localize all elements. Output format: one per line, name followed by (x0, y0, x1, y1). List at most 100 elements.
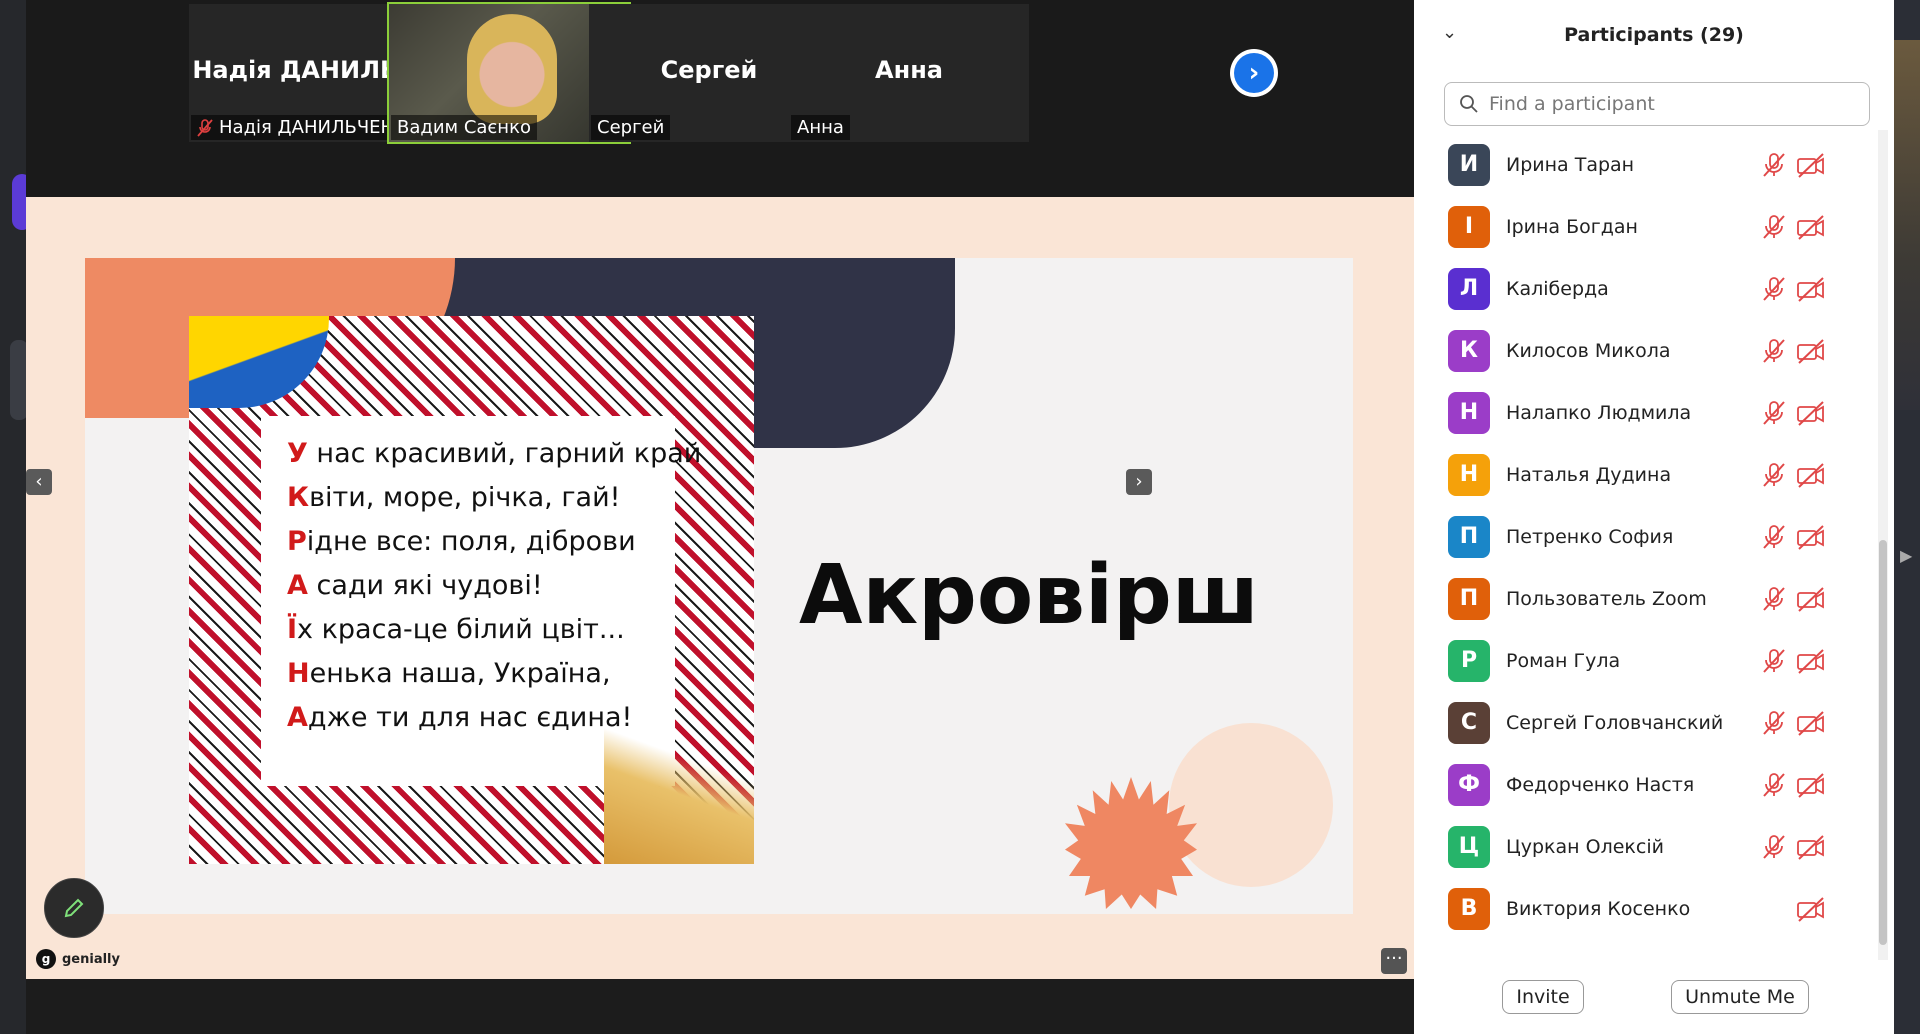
participant-row[interactable]: С Сергей Головчанский (1414, 692, 1874, 754)
avatar: П (1448, 516, 1490, 558)
participant-search[interactable] (1444, 82, 1870, 126)
tile-label-text: Анна (797, 117, 844, 138)
participant-name: Наталья Дудина (1506, 464, 1672, 486)
scrollbar-thumb[interactable] (1879, 540, 1887, 945)
participants-panel: ⌄ Participants (29) И Ирина Таран І Ірина Б… (1414, 0, 1894, 1034)
mic-muted-icon (1760, 523, 1788, 551)
pencil-icon (64, 898, 84, 918)
avatar: К (1448, 330, 1490, 372)
genially-icon: g (36, 949, 56, 969)
participant-row[interactable]: Л Каліберда (1414, 258, 1874, 320)
participant-name: Каліберда (1506, 278, 1609, 300)
participant-name: Сергей Головчанский (1506, 712, 1724, 734)
mic-muted-icon (1760, 833, 1788, 861)
poem-line: Рідне все: поля, діброви (287, 526, 636, 557)
edit-button[interactable] (44, 878, 104, 938)
avatar: Н (1448, 454, 1490, 496)
mic-muted-icon (1760, 771, 1788, 799)
unmute-me-button[interactable]: Unmute Me (1671, 980, 1809, 1014)
scrollbar[interactable] (1878, 130, 1888, 960)
participant-video (467, 14, 557, 124)
prev-slide-button[interactable]: ‹ (26, 469, 52, 495)
left-screen-edge (0, 0, 32, 1034)
participant-row[interactable]: І Ірина Богдан (1414, 196, 1874, 258)
next-videos-button[interactable]: › (1230, 49, 1278, 97)
participant-row[interactable]: П Петренко София (1414, 506, 1874, 568)
avatar: Л (1448, 268, 1490, 310)
poem-line: Ненька наша, Україна, (287, 658, 611, 689)
tile-label-text: Сергей (597, 117, 665, 138)
avatar: В (1448, 888, 1490, 930)
video-off-icon (1796, 523, 1826, 551)
video-off-icon (1796, 709, 1826, 737)
decor-circle (1169, 723, 1333, 887)
video-off-icon (1796, 461, 1826, 489)
avatar: І (1448, 206, 1490, 248)
panel-header: ⌄ Participants (29) (1414, 0, 1894, 70)
video-off-icon (1796, 399, 1826, 427)
invite-button[interactable]: Invite (1502, 980, 1584, 1014)
participant-row[interactable]: Р Роман Гула (1414, 630, 1874, 692)
wheat-decor (604, 724, 754, 864)
background-window (1894, 40, 1920, 410)
video-strip: Надія ДАНИЛЬ... Надія ДАНИЛЬЧЕНКО Вадим … (26, 0, 1414, 197)
participant-name: Роман Гула (1506, 650, 1621, 672)
mic-muted-icon (1760, 585, 1788, 613)
poem-line: Адже ти для нас єдина! (287, 702, 633, 733)
participant-row[interactable]: И Ирина Таран (1414, 134, 1874, 196)
avatar: Р (1448, 640, 1490, 682)
participant-name: Петренко София (1506, 526, 1674, 548)
video-off-icon (1796, 833, 1826, 861)
video-off-icon (1796, 213, 1826, 241)
video-off-icon (1796, 151, 1826, 179)
right-screen-edge: ▶ (1894, 0, 1920, 1034)
tile-label: Анна (791, 115, 850, 140)
brand-text: genially (62, 951, 120, 967)
poem-line: Їх краса-це білий цвіт... (287, 614, 625, 645)
participant-row[interactable]: К Килосов Микола (1414, 320, 1874, 382)
mic-muted-icon (1760, 709, 1788, 737)
participant-name: Килосов Микола (1506, 340, 1671, 362)
tile-label: Вадим Саєнко (391, 115, 537, 140)
slide-title: Акровірш (799, 548, 1259, 643)
participant-name: Федорченко Настя (1506, 774, 1695, 796)
video-off-icon (1796, 585, 1826, 613)
mic-muted-icon (1760, 275, 1788, 303)
genially-logo: g genially (36, 949, 120, 969)
participant-row[interactable]: П Пользователь Zoom (1414, 568, 1874, 630)
tile-label: Сергей (591, 115, 671, 140)
acrostic-poem: У нас красивий, гарний край Квіти, море,… (287, 432, 702, 740)
poem-image: У нас красивий, гарний край Квіти, море,… (189, 316, 754, 864)
video-tile[interactable]: Анна Анна (789, 4, 1029, 142)
more-options-button[interactable]: ··· (1381, 948, 1407, 974)
participant-list: И Ирина Таран І Ірина Богдан Л Каліберда К Кило… (1414, 134, 1874, 954)
poem-line: У нас красивий, гарний край (287, 438, 702, 469)
participant-row[interactable]: Н Наталья Дудина (1414, 444, 1874, 506)
video-off-icon (1796, 647, 1826, 675)
tile-display-name: Анна (875, 56, 943, 84)
video-off-icon (1796, 275, 1826, 303)
chevron-right-icon: ▶ (1900, 546, 1913, 565)
participant-row[interactable]: Ф Федорченко Настя (1414, 754, 1874, 816)
participant-row[interactable]: Н Налапко Людмила (1414, 382, 1874, 444)
search-input[interactable] (1487, 92, 1851, 116)
participant-name: Ирина Таран (1506, 154, 1635, 176)
video-off-icon (1796, 337, 1826, 365)
participant-row[interactable]: Ц Цуркан Олексій (1414, 816, 1874, 878)
video-off-icon (1796, 895, 1826, 923)
mic-muted-icon (1760, 647, 1788, 675)
participant-name: Пользователь Zoom (1506, 588, 1707, 610)
mic-muted-icon (1760, 337, 1788, 365)
video-off-icon (1796, 771, 1826, 799)
next-slide-button[interactable]: › (1126, 469, 1152, 495)
avatar: П (1448, 578, 1490, 620)
participant-name: Налапко Людмила (1506, 402, 1692, 424)
participant-row[interactable]: В Виктория Косенко (1414, 878, 1874, 940)
mic-muted-icon (1760, 461, 1788, 489)
search-icon (1460, 95, 1478, 113)
participant-name: Виктория Косенко (1506, 898, 1691, 920)
shared-screen: У нас красивий, гарний край Квіти, море,… (26, 197, 1414, 979)
avatar: Н (1448, 392, 1490, 434)
mic-muted-icon (1760, 151, 1788, 179)
zoom-meeting-window: Надія ДАНИЛЬ... Надія ДАНИЛЬЧЕНКО Вадим … (26, 0, 1414, 1034)
